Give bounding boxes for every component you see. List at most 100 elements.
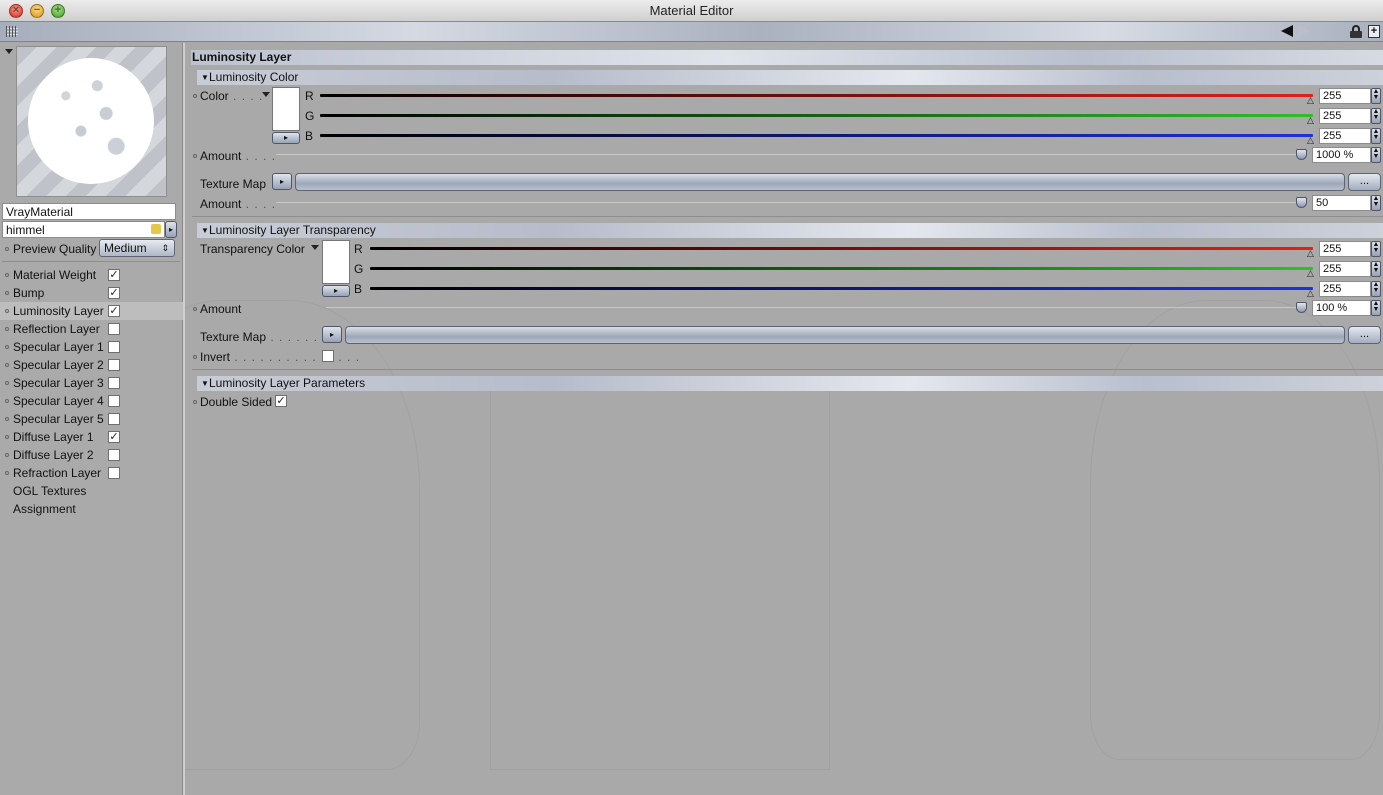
sidebar-item-specular-layer-5[interactable]: Specular Layer 5 <box>0 410 183 428</box>
sidebar-item-diffuse-layer-2[interactable]: Diffuse Layer 2 <box>0 446 183 464</box>
sidebar-item-label: OGL Textures <box>13 484 87 498</box>
color-tag-icon <box>151 224 161 234</box>
sidebar-item-bump[interactable]: Bump ✓ <box>0 284 183 302</box>
color-menu-triangle-icon[interactable] <box>262 92 270 97</box>
sidebar-item-assignment[interactable]: Assignment <box>0 500 183 518</box>
collapse-triangle-icon: ▼ <box>201 379 209 388</box>
transparency-blue-stepper[interactable]: ▲ ▼ <box>1371 281 1381 297</box>
green-channel-slider[interactable] <box>320 114 1313 117</box>
transparency-color-swatch[interactable] <box>322 240 350 284</box>
sidebar-item-specular-layer-2[interactable]: Specular Layer 2 <box>0 356 183 374</box>
channel-checkbox[interactable] <box>108 341 120 353</box>
transparency-red-field[interactable]: 255 <box>1319 241 1371 257</box>
transparency-green-stepper[interactable]: ▲ ▼ <box>1371 261 1381 277</box>
red-slider-thumb-icon[interactable]: △ <box>1307 96 1314 105</box>
channel-checkbox[interactable]: ✓ <box>108 431 120 443</box>
transparency-green-field[interactable]: 255 <box>1319 261 1371 277</box>
sidebar-item-refraction-layer[interactable]: Refraction Layer <box>0 464 183 482</box>
double-sided-checkbox[interactable]: ✓ <box>275 395 287 407</box>
transparency-texture-browse-button[interactable]: ... <box>1348 326 1381 344</box>
transparency-blue-thumb-icon[interactable]: △ <box>1307 289 1314 298</box>
new-window-icon[interactable]: + <box>1368 25 1380 38</box>
sidebar-divider[interactable] <box>183 43 185 795</box>
back-arrow-icon[interactable] <box>1281 25 1293 37</box>
transparency-blue-slider[interactable] <box>370 287 1313 290</box>
transparency-blue-field[interactable]: 255 <box>1319 281 1371 297</box>
channel-checkbox[interactable] <box>108 377 120 389</box>
parameters-section-header[interactable]: ▼ Luminosity Layer Parameters <box>197 376 1383 391</box>
grip-icon[interactable] <box>6 26 18 37</box>
channel-checkbox[interactable] <box>108 359 120 371</box>
sidebar-menu-triangle-icon[interactable] <box>5 49 13 54</box>
forward-arrow-icon[interactable] <box>1298 25 1310 37</box>
blue-value-field[interactable]: 255 <box>1319 128 1371 144</box>
channel-checkbox[interactable]: ✓ <box>108 287 120 299</box>
transparency-red-slider[interactable] <box>370 247 1313 250</box>
sidebar-item-label: Specular Layer 4 <box>13 394 104 408</box>
channel-dot <box>5 435 9 439</box>
material-preview[interactable] <box>16 46 167 197</box>
transparency-section-header[interactable]: ▼ Luminosity Layer Transparency <box>197 223 1383 238</box>
channel-checkbox[interactable] <box>108 467 120 479</box>
texture-map-menu-button[interactable]: ▸ <box>272 173 292 190</box>
texture-amount-slider-thumb[interactable] <box>1296 197 1307 208</box>
transparency-amount-stepper[interactable]: ▲ ▼ <box>1371 300 1381 316</box>
channel-checkbox[interactable] <box>108 449 120 461</box>
sidebar-item-diffuse-layer-1[interactable]: Diffuse Layer 1 ✓ <box>0 428 183 446</box>
texture-name-field[interactable]: himmel <box>2 221 165 238</box>
transparency-green-slider[interactable] <box>370 267 1313 270</box>
lock-icon[interactable] <box>1350 25 1362 38</box>
red-value-stepper[interactable]: ▲ ▼ <box>1371 88 1381 104</box>
channel-checkbox[interactable]: ✓ <box>108 269 120 281</box>
texture-amount-value-stepper[interactable]: ▲ ▼ <box>1371 195 1381 211</box>
luminosity-color-section-header[interactable]: ▼ Luminosity Color <box>197 70 1383 85</box>
amount-slider-thumb[interactable] <box>1296 149 1307 160</box>
luminosity-color-picker-button[interactable]: ▸ <box>272 132 300 144</box>
texture-map-slot[interactable] <box>295 173 1345 191</box>
blue-value-stepper[interactable]: ▲ ▼ <box>1371 128 1381 144</box>
luminosity-color-swatch[interactable] <box>272 87 300 131</box>
window-title: Material Editor <box>649 3 734 18</box>
invert-checkbox[interactable] <box>322 350 334 362</box>
sidebar-item-luminosity-layer[interactable]: Luminosity Layer ✓ <box>0 302 183 320</box>
transparency-texture-menu-button[interactable]: ▸ <box>322 326 342 343</box>
channel-checkbox[interactable]: ✓ <box>108 305 120 317</box>
texture-amount-slider-track[interactable] <box>276 202 1306 203</box>
blue-channel-slider[interactable] <box>320 134 1313 137</box>
texture-name-menu-button[interactable]: ▸ <box>165 221 177 238</box>
double-sided-label: Double Sided <box>200 395 273 409</box>
sidebar-item-ogl-textures[interactable]: OGL Textures <box>0 482 183 500</box>
section-separator <box>192 369 1383 370</box>
transparency-amount-slider-track[interactable] <box>326 307 1306 308</box>
sidebar-item-specular-layer-3[interactable]: Specular Layer 3 <box>0 374 183 392</box>
amount-value-stepper[interactable]: ▲ ▼ <box>1371 147 1381 163</box>
sidebar-item-reflection-layer[interactable]: Reflection Layer <box>0 320 183 338</box>
sidebar-item-material-weight[interactable]: Material Weight ✓ <box>0 266 183 284</box>
amount-slider-track[interactable] <box>276 154 1306 155</box>
sidebar-item-specular-layer-4[interactable]: Specular Layer 4 <box>0 392 183 410</box>
red-channel-slider[interactable] <box>320 94 1313 97</box>
transparency-green-thumb-icon[interactable]: △ <box>1307 269 1314 278</box>
green-value-field[interactable]: 255 <box>1319 108 1371 124</box>
green-slider-thumb-icon[interactable]: △ <box>1307 116 1314 125</box>
amount-value-field[interactable]: 1000 % <box>1312 147 1371 163</box>
channel-checkbox[interactable] <box>108 323 120 335</box>
preview-quality-select[interactable]: Medium ⇕ <box>99 239 175 257</box>
texture-map-browse-button[interactable]: ... <box>1348 173 1381 191</box>
transparency-texture-slot[interactable] <box>345 326 1345 344</box>
texture-amount-value-field[interactable]: 50 <box>1312 195 1371 211</box>
transparency-color-menu-triangle-icon[interactable] <box>311 245 319 250</box>
transparency-color-picker-button[interactable]: ▸ <box>322 285 350 297</box>
channel-checkbox[interactable] <box>108 395 120 407</box>
section-title: Luminosity Layer Parameters <box>209 376 366 390</box>
sidebar-item-specular-layer-1[interactable]: Specular Layer 1 <box>0 338 183 356</box>
green-value-stepper[interactable]: ▲ ▼ <box>1371 108 1381 124</box>
red-value-field[interactable]: 255 <box>1319 88 1371 104</box>
channel-checkbox[interactable] <box>108 413 120 425</box>
transparency-red-thumb-icon[interactable]: △ <box>1307 249 1314 258</box>
material-name-field[interactable]: VrayMaterial <box>2 203 176 220</box>
blue-slider-thumb-icon[interactable]: △ <box>1307 136 1314 145</box>
transparency-amount-field[interactable]: 100 % <box>1312 300 1371 316</box>
transparency-amount-slider-thumb[interactable] <box>1296 302 1307 313</box>
transparency-red-stepper[interactable]: ▲ ▼ <box>1371 241 1381 257</box>
